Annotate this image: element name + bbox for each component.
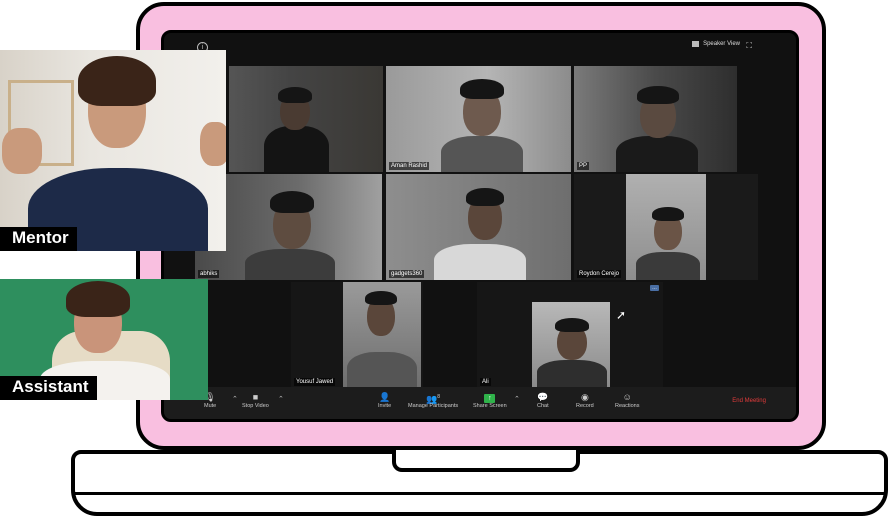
mentor-label: Mentor bbox=[0, 227, 77, 251]
participants-icon: 👥8 bbox=[426, 394, 441, 404]
video-tile-ali[interactable]: … Ali bbox=[477, 282, 663, 388]
tile-more-icon[interactable]: … bbox=[650, 285, 659, 291]
mute-label: Mute bbox=[204, 403, 217, 409]
participant-name: Ali bbox=[480, 378, 491, 386]
end-meeting-button[interactable]: End Meeting bbox=[732, 398, 766, 404]
invite-icon: 👤 bbox=[378, 392, 391, 402]
fullscreen-icon[interactable]: ⛶ bbox=[746, 41, 752, 51]
assistant-hair bbox=[66, 281, 130, 317]
participant-name: PP bbox=[577, 162, 590, 170]
invite-label: Invite bbox=[378, 403, 392, 409]
participant-name: Aman Rashid bbox=[389, 162, 430, 170]
record-icon: ◉ bbox=[580, 392, 589, 402]
laptop-notch bbox=[392, 450, 580, 472]
cursor-icon: ➚ bbox=[616, 308, 627, 322]
video-tile-roydon[interactable]: Roydon Cerejo bbox=[574, 174, 758, 280]
chat-label: Chat bbox=[537, 403, 549, 409]
chevron-up-icon[interactable]: ⌃ bbox=[232, 395, 238, 403]
participant-name: Roydon Cerejo bbox=[577, 270, 622, 278]
speaker-view-button[interactable]: Speaker View bbox=[692, 41, 740, 47]
manage-participants-button[interactable]: 👥8 Manage Participants bbox=[408, 391, 458, 409]
mentor-hand bbox=[200, 122, 226, 166]
chevron-up-icon[interactable]: ⌃ bbox=[278, 395, 284, 403]
laptop-base-divider bbox=[75, 492, 884, 495]
assistant-label: Assistant bbox=[0, 376, 97, 400]
participant-name: Yousuf Jawed bbox=[294, 378, 336, 386]
video-tile-yousuf[interactable]: Yousuf Jawed bbox=[291, 282, 423, 388]
record-button[interactable]: ◉ Record bbox=[576, 391, 594, 409]
stop-video-label: Stop Video bbox=[242, 403, 269, 409]
share-screen-button[interactable]: ↑ Share Screen bbox=[473, 391, 507, 409]
video-tile-aman[interactable]: Aman Rashid bbox=[386, 66, 571, 172]
invite-button[interactable]: 👤 Invite bbox=[378, 391, 391, 409]
share-screen-icon: ↑ bbox=[473, 391, 507, 403]
mentor-hair bbox=[78, 56, 156, 106]
zoom-window: i Speaker View ⛶ Aman Rashid PP abhiks g… bbox=[161, 30, 799, 422]
manage-participants-label: Manage Participants bbox=[408, 403, 459, 409]
chat-button[interactable]: 💬 Chat bbox=[537, 391, 549, 409]
participant-name: abhiks bbox=[198, 270, 220, 278]
speaker-view-label: Speaker View bbox=[703, 41, 740, 47]
record-label: Record bbox=[576, 403, 594, 409]
participants-count: 8 bbox=[437, 394, 441, 400]
reactions-label: Reactions bbox=[615, 403, 640, 409]
meeting-toolbar: 🎙 Mute ⌃ ■ Stop Video ⌃ 👤 Invite 👥8 Mana… bbox=[164, 387, 796, 419]
share-screen-label: Share Screen bbox=[473, 403, 507, 409]
camera-icon: ■ bbox=[252, 392, 259, 402]
video-tile[interactable] bbox=[229, 66, 383, 172]
assistant-photo: Assistant bbox=[0, 279, 208, 400]
video-tile-pp[interactable]: PP bbox=[574, 66, 737, 172]
chat-icon: 💬 bbox=[537, 392, 549, 402]
zoom-topbar: i Speaker View ⛶ bbox=[164, 33, 796, 61]
mentor-hand bbox=[2, 128, 42, 174]
chevron-up-icon[interactable]: ⌃ bbox=[514, 395, 520, 403]
reactions-button[interactable]: ☺ Reactions bbox=[615, 391, 639, 409]
video-tile-gadgets360[interactable]: gadgets360 bbox=[386, 174, 571, 280]
stop-video-button[interactable]: ■ Stop Video bbox=[242, 391, 269, 409]
mentor-photo: Mentor bbox=[0, 50, 226, 251]
participant-name: gadgets360 bbox=[389, 270, 425, 278]
reactions-icon: ☺ bbox=[622, 392, 632, 402]
speaker-view-icon bbox=[692, 41, 700, 47]
laptop-base bbox=[71, 450, 888, 516]
